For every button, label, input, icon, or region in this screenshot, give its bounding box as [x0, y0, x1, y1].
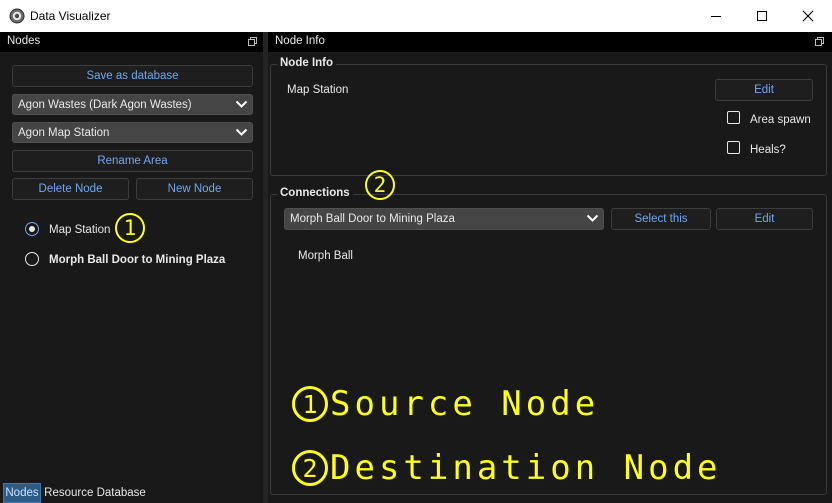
minimize-icon: [711, 16, 721, 17]
title-bar: Data Visualizer: [0, 0, 832, 32]
minimize-button[interactable]: [693, 0, 739, 32]
node-label-morph-ball-door[interactable]: Morph Ball Door to Mining Plaza: [49, 254, 225, 266]
maximize-button[interactable]: [739, 0, 785, 32]
heals-label: Heals?: [750, 144, 786, 156]
rename-area-button[interactable]: Rename Area: [12, 150, 253, 172]
node-label-map-station[interactable]: Map Station: [49, 224, 110, 236]
save-as-database-button[interactable]: Save as database: [12, 65, 253, 87]
node-radio-morph-ball-door[interactable]: [25, 252, 39, 266]
legend-1-number: 1: [292, 386, 328, 422]
legend-1-text: Source Node: [330, 384, 600, 424]
maximize-icon: [757, 11, 767, 21]
chevron-down-icon: [586, 214, 599, 222]
area-spawn-label: Area spawn: [750, 114, 811, 126]
annotation-marker-2: 2: [365, 170, 395, 200]
heals-checkbox[interactable]: [727, 141, 740, 154]
delete-node-button[interactable]: Delete Node: [12, 178, 129, 200]
nodes-dock-header: Nodes: [0, 32, 263, 52]
chevron-down-icon: [235, 128, 248, 136]
close-button[interactable]: [785, 0, 831, 32]
node-info-panel: Node Info Map Station Edit Area spawn He…: [268, 52, 832, 503]
node-name: Map Station: [287, 84, 349, 96]
window-title: Data Visualizer: [30, 9, 111, 23]
region-combo[interactable]: Agon Wastes (Dark Agon Wastes): [12, 94, 253, 115]
float-dock-icon[interactable]: [248, 37, 257, 46]
tab-nodes[interactable]: Nodes: [3, 483, 41, 503]
node-info-dock-title: Node Info: [275, 35, 325, 47]
chevron-down-icon: [235, 100, 248, 108]
area-combo-value: Agon Map Station: [18, 127, 110, 139]
node-info-dock-header: Node Info: [268, 32, 832, 52]
area-spawn-checkbox[interactable]: [727, 111, 740, 124]
region-combo-value: Agon Wastes (Dark Agon Wastes): [18, 99, 192, 111]
tab-resource-database[interactable]: Resource Database: [43, 483, 147, 503]
float-dock-icon[interactable]: [815, 37, 824, 46]
area-combo[interactable]: Agon Map Station: [12, 122, 253, 143]
annotation-marker-1: 1: [115, 213, 145, 243]
close-icon: [802, 10, 814, 22]
select-this-button[interactable]: Select this: [611, 208, 711, 230]
connections-group-title: Connections: [277, 187, 353, 199]
app-icon: [9, 8, 25, 24]
connection-requirement: Morph Ball: [298, 250, 353, 262]
legend-2-number: 2: [292, 450, 328, 486]
nodes-panel: Save as database Agon Wastes (Dark Agon …: [0, 52, 263, 482]
connection-target-value: Morph Ball Door to Mining Plaza: [290, 213, 455, 225]
node-radio-map-station[interactable]: [25, 222, 39, 236]
node-info-group-title: Node Info: [277, 57, 337, 69]
legend-2-text: Destination Node: [330, 448, 722, 488]
edit-connection-button[interactable]: Edit: [716, 208, 813, 230]
edit-node-button[interactable]: Edit: [715, 79, 813, 101]
new-node-button[interactable]: New Node: [136, 178, 253, 200]
nodes-dock-title: Nodes: [7, 35, 41, 47]
connection-target-combo[interactable]: Morph Ball Door to Mining Plaza: [284, 208, 604, 230]
